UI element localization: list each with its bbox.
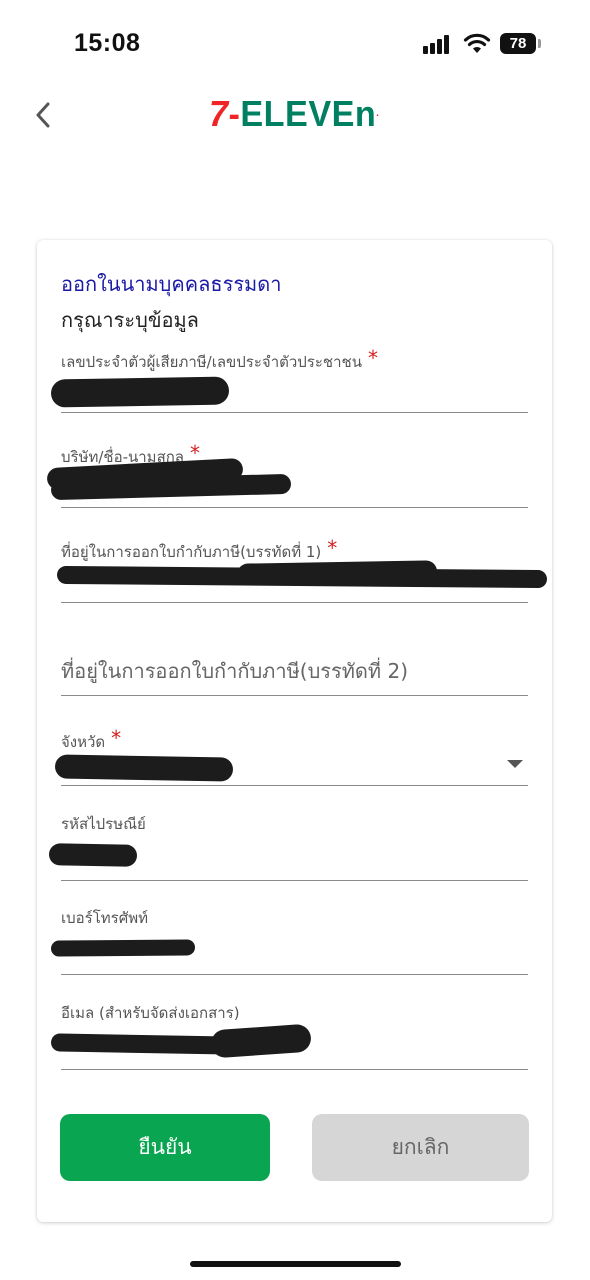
confirm-button[interactable]: ยืนยัน <box>60 1114 270 1181</box>
phone-field[interactable]: เบอร์โทรศัพท์ <box>50 906 528 976</box>
name-field[interactable]: บริษัท/ชื่อ-นามสกุล * <box>46 441 528 509</box>
field-underline <box>61 1069 528 1070</box>
tax-id-label: เลขประจำตัวผู้เสียภาษี/เลขประจำตัวประชาช… <box>61 353 362 371</box>
form-title: ออกในนามบุคคลธรรมดา <box>61 272 282 296</box>
field-underline <box>61 880 528 881</box>
tax-invoice-form-card: ออกในนามบุคคลธรรมดา กรุณาระบุข้อมูล เลขป… <box>37 240 552 1222</box>
province-select[interactable]: จังหวัด * <box>54 726 528 788</box>
logo-seven: 7 <box>209 93 229 134</box>
address-line2-field[interactable]: ที่อยู่ในการออกใบกำกับภาษี(บรรทัดที่ 2) <box>61 640 528 697</box>
tax-id-field[interactable]: เลขประจำตัวผู้เสียภาษี/เลขประจำตัวประชาช… <box>50 346 528 414</box>
required-mark: * <box>367 346 378 370</box>
field-underline <box>61 785 528 786</box>
address-line1-label: ที่อยู่ในการออกใบกำกับภาษี(บรรทัดที่ 1) <box>61 543 322 561</box>
required-mark: * <box>327 536 338 560</box>
home-indicator <box>190 1261 401 1267</box>
battery-icon: 78 <box>500 33 536 54</box>
nav-header: 7-ELEVEn. <box>0 88 590 148</box>
redaction-mark <box>50 1033 238 1055</box>
redaction-mark <box>236 560 438 586</box>
email-field[interactable]: อีเมล (สำหรับจัดส่งเอกสาร) <box>50 1001 528 1071</box>
field-underline <box>61 507 528 508</box>
province-label: จังหวัด <box>61 733 106 751</box>
redaction-mark <box>50 939 196 957</box>
wifi-icon <box>463 33 491 53</box>
form-subtitle: กรุณาระบุข้อมูล <box>61 308 199 332</box>
battery-tip <box>538 39 541 48</box>
redaction-mark <box>50 376 230 408</box>
logo-mark: . <box>376 108 380 119</box>
signal-icon <box>423 34 453 54</box>
back-chevron-icon[interactable] <box>30 98 60 132</box>
phone-label: เบอร์โทรศัพท์ <box>61 909 149 927</box>
required-mark: * <box>111 726 122 750</box>
field-underline <box>61 412 528 413</box>
seven-eleven-logo: 7-ELEVEn. <box>209 94 379 134</box>
address-line2-input[interactable] <box>61 652 528 682</box>
logo-word: ELEVEn <box>240 93 377 134</box>
dropdown-arrow-icon[interactable] <box>507 760 523 768</box>
cancel-button[interactable]: ยกเลิก <box>312 1114 529 1181</box>
email-label: อีเมล (สำหรับจัดส่งเอกสาร) <box>61 1004 240 1022</box>
postal-code-label: รหัสไปรษณีย์ <box>61 815 146 833</box>
redaction-mark <box>48 843 138 867</box>
status-bar: 15:08 78 <box>0 0 590 88</box>
redaction-mark <box>54 754 234 782</box>
postal-code-field[interactable]: รหัสไปรษณีย์ <box>48 812 528 882</box>
field-underline <box>61 602 528 603</box>
address-line1-field[interactable]: ที่อยู่ในการออกใบกำกับภาษี(บรรทัดที่ 1) * <box>56 536 548 604</box>
field-underline <box>61 695 528 696</box>
field-underline <box>61 974 528 975</box>
logo-dash: - <box>228 93 241 134</box>
status-time: 15:08 <box>74 29 141 57</box>
